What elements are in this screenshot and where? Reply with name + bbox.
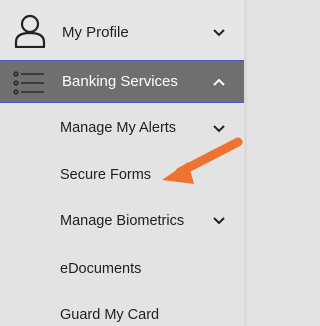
side-menu: My Profile Banking Services Manage My Al… (0, 0, 247, 326)
submenu-item-label: Manage My Alerts (60, 120, 177, 136)
scrollbar-track (244, 0, 247, 326)
chevron-down-icon[interactable] (212, 124, 226, 133)
chevron-down-icon[interactable] (212, 28, 226, 37)
submenu-item-edocuments[interactable]: eDocuments (0, 246, 247, 293)
user-icon (14, 14, 46, 48)
submenu-item-guard-my-card[interactable]: Guard My Card (0, 292, 247, 326)
menu-item-banking-services[interactable]: Banking Services (0, 60, 247, 103)
orange-arrow-icon (162, 137, 243, 184)
menu-item-my-profile[interactable]: My Profile (0, 0, 247, 60)
menu-item-label: Banking Services (62, 73, 178, 90)
submenu-item-label: Secure Forms (60, 167, 152, 183)
chevron-up-icon[interactable] (212, 78, 226, 87)
submenu-item-label: eDocuments (60, 261, 142, 277)
chevron-down-icon[interactable] (212, 216, 226, 225)
menu-item-label: My Profile (62, 24, 129, 41)
list-icon (13, 71, 44, 95)
submenu-item-label: Guard My Card (60, 307, 160, 323)
submenu-item-label: Manage Biometrics (60, 213, 185, 229)
submenu-item-manage-biometrics[interactable]: Manage Biometrics (0, 198, 247, 245)
